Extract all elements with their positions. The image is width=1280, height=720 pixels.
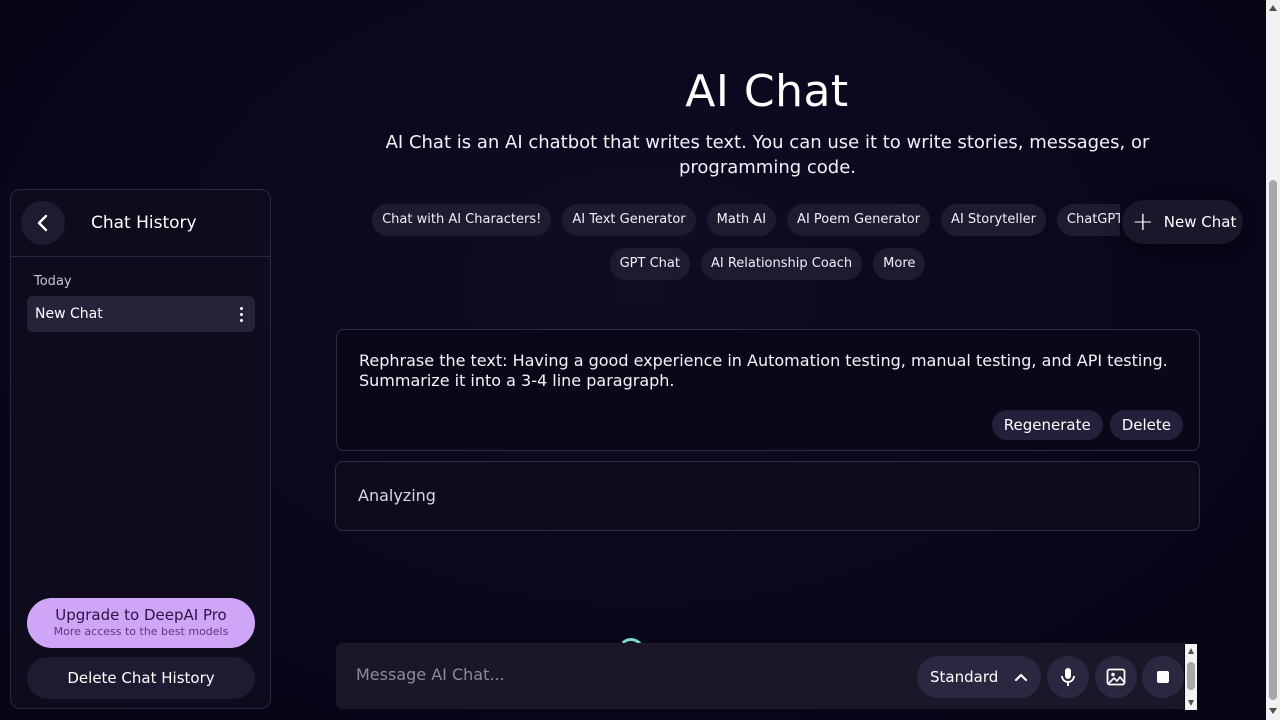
chip-ai-text-generator[interactable]: AI Text Generator — [562, 204, 696, 236]
page-description: AI Chat is an AI chatbot that writes tex… — [385, 132, 1150, 178]
delete-chat-history-button[interactable]: Delete Chat History — [27, 657, 255, 699]
chip-ai-characters[interactable]: Chat with AI Characters! — [372, 204, 552, 236]
microphone-button[interactable] — [1047, 656, 1089, 698]
chip-ai-poem-generator[interactable]: AI Poem Generator — [787, 204, 931, 236]
message-actions: Regenerate Delete — [991, 410, 1183, 440]
more-vertical-icon[interactable] — [236, 306, 247, 322]
composer-scrollbar[interactable] — [1185, 644, 1197, 710]
delete-message-button[interactable]: Delete — [1109, 410, 1183, 440]
microphone-icon — [1061, 668, 1075, 686]
image-upload-button[interactable] — [1095, 656, 1137, 698]
chip-ai-relationship-coach[interactable]: AI Relationship Coach — [700, 248, 863, 280]
chip-math-ai[interactable]: Math AI — [706, 204, 777, 236]
chip-chatgpt-alternative[interactable]: ChatGPT Alte — [1056, 204, 1120, 236]
upgrade-title: Upgrade to DeepAI Pro — [55, 606, 227, 624]
chip-gpt-chat[interactable]: GPT Chat — [609, 248, 690, 280]
plus-icon: + — [1132, 207, 1154, 237]
chat-history-item-label: New Chat — [35, 306, 103, 322]
message-composer: Standard — [336, 643, 1184, 709]
back-button[interactable] — [21, 201, 65, 245]
model-mode-label: Standard — [930, 668, 999, 686]
sidebar-title: Chat History — [91, 213, 197, 233]
stop-icon — [1157, 671, 1169, 683]
message-input[interactable] — [356, 665, 876, 684]
chip-ai-storyteller[interactable]: AI Storyteller — [941, 204, 1046, 236]
page-scrollbar[interactable] — [1266, 0, 1280, 720]
image-icon — [1106, 668, 1126, 686]
tool-chips: Chat with AI Characters! AI Text Generat… — [340, 198, 1120, 288]
regenerate-button[interactable]: Regenerate — [991, 410, 1103, 440]
chat-history-item[interactable]: New Chat — [27, 296, 255, 332]
user-message-card: Rephrase the text: Having a good experie… — [336, 329, 1200, 451]
model-mode-selector[interactable]: Standard — [917, 656, 1041, 698]
upgrade-pro-button[interactable]: Upgrade to DeepAI Pro More access to the… — [27, 598, 255, 648]
chevron-up-icon — [1014, 673, 1028, 682]
chat-history-sidebar: Chat History Today New Chat Upgrade to D… — [10, 189, 271, 709]
stop-button[interactable] — [1142, 656, 1184, 698]
new-chat-label: New Chat — [1163, 213, 1237, 231]
ai-response-card: Analyzing — [335, 461, 1200, 531]
section-label-today: Today — [34, 274, 72, 289]
response-status: Analyzing — [358, 486, 436, 505]
new-chat-button[interactable]: + New Chat — [1122, 200, 1243, 244]
chip-more[interactable]: More — [873, 248, 926, 280]
page-title: AI Chat — [685, 66, 849, 117]
upgrade-subtitle: More access to the best models — [53, 625, 229, 638]
chevron-left-icon — [37, 214, 48, 232]
sidebar-header: Chat History — [11, 190, 270, 257]
user-message-text: Rephrase the text: Having a good experie… — [359, 351, 1168, 390]
